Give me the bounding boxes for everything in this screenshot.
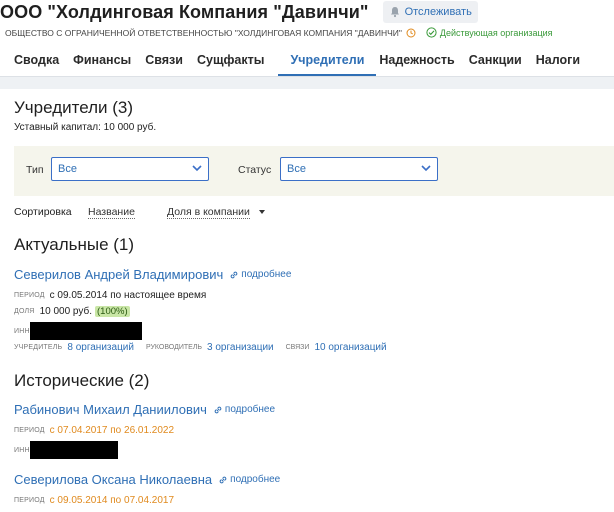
link-icon bbox=[230, 271, 238, 278]
tab-summary[interactable]: Сводка bbox=[14, 46, 70, 76]
share-row: доля 10 000 руб. (100%) bbox=[14, 306, 130, 317]
founder-orgs-link[interactable]: 8 организаций bbox=[67, 342, 134, 353]
link-icon bbox=[214, 406, 222, 413]
page-title: ООО "Холдинговая Компания "Давинчи" bbox=[0, 1, 369, 22]
status-badge: Действующая организация bbox=[426, 27, 553, 38]
share-label: доля bbox=[14, 308, 35, 315]
status-text: Действующая организация bbox=[439, 27, 553, 38]
period-row: период с 09.05.2014 по 07.04.2017 bbox=[14, 495, 174, 506]
filter-panel: Тип Все Статус Все bbox=[14, 146, 614, 196]
tab-reliability[interactable]: Надежность bbox=[379, 46, 465, 76]
tab-founders[interactable]: Учредители bbox=[278, 46, 377, 76]
historical-founder-name[interactable]: Северилова Оксана Николаевна bbox=[14, 472, 212, 487]
head-role-label: руководитель bbox=[145, 344, 203, 351]
company-full-name: ОБЩЕСТВО С ОГРАНИЧЕННОЙ ОТВЕТСТВЕННОСТЬЮ… bbox=[5, 27, 402, 38]
period-row: период с 07.04.2017 по 26.01.2022 bbox=[14, 425, 174, 436]
inn-row: инн bbox=[14, 322, 142, 340]
chevron-down-icon bbox=[192, 165, 202, 172]
historical-section-title: Исторические (2) bbox=[14, 371, 150, 390]
actual-section-title: Актуальные (1) bbox=[14, 235, 135, 254]
more-link-text[interactable]: подробнее bbox=[230, 474, 280, 485]
tab-sanctions[interactable]: Санкции bbox=[469, 46, 533, 76]
inn-label: инн bbox=[14, 327, 30, 335]
tab-finance[interactable]: Финансы bbox=[73, 46, 142, 76]
chevron-down-icon bbox=[421, 165, 431, 172]
inn-row: инн bbox=[14, 441, 118, 459]
share-percent-badge: (100%) bbox=[95, 306, 130, 317]
historical-founder-name-link[interactable]: Северилова Оксана Николаевна подробнее bbox=[14, 472, 280, 487]
inn-redacted bbox=[29, 441, 118, 459]
period-value: с 09.05.2014 по настоящее время bbox=[49, 290, 207, 301]
founder-role-label: учредитель bbox=[14, 344, 63, 351]
founders-title: Учредители (3) bbox=[14, 98, 134, 117]
more-link-text[interactable]: подробнее bbox=[225, 404, 275, 415]
period-label: период bbox=[14, 427, 45, 434]
tab-links[interactable]: Связи bbox=[145, 46, 194, 76]
more-link[interactable]: подробнее bbox=[213, 404, 275, 415]
status-select[interactable]: Все bbox=[280, 157, 438, 181]
section-tabs: Сводка Финансы Связи Сущфакты Учредители… bbox=[0, 46, 614, 76]
type-filter-label: Тип bbox=[26, 164, 44, 176]
history-icon[interactable] bbox=[406, 28, 416, 38]
sort-label: Сортировка bbox=[14, 206, 72, 218]
section-gap bbox=[0, 77, 614, 89]
period-label: период bbox=[14, 292, 45, 299]
historical-founder-name[interactable]: Рабинович Михаил Даниилович bbox=[14, 402, 207, 417]
type-select-value: Все bbox=[58, 163, 77, 175]
founder-name-link[interactable]: Северилов Андрей Владимирович подробнее bbox=[14, 267, 291, 282]
head-orgs-link[interactable]: 3 организации bbox=[207, 342, 274, 353]
links-label: связи bbox=[285, 344, 310, 351]
more-link[interactable]: подробнее bbox=[229, 269, 291, 280]
sort-by-name[interactable]: Название bbox=[88, 206, 135, 219]
inn-label: инн bbox=[14, 446, 30, 454]
share-value: 10 000 руб. bbox=[39, 306, 92, 317]
status-filter-label: Статус bbox=[238, 164, 272, 176]
period-row: период с 09.05.2014 по настоящее время bbox=[14, 290, 206, 301]
authorized-capital: Уставный капитал: 10 000 руб. bbox=[14, 122, 157, 133]
inn-redacted bbox=[29, 322, 142, 340]
bell-icon bbox=[390, 7, 399, 18]
status-select-value: Все bbox=[287, 163, 306, 175]
period-value: с 07.04.2017 по 26.01.2022 bbox=[49, 425, 175, 436]
sort-by-share[interactable]: Доля в компании bbox=[167, 206, 250, 219]
type-select[interactable]: Все bbox=[51, 157, 209, 181]
caret-down-icon[interactable] bbox=[259, 210, 265, 214]
follow-label: Отслеживать bbox=[404, 6, 472, 18]
historical-founder-name-link[interactable]: Рабинович Михаил Даниилович подробнее bbox=[14, 402, 275, 417]
more-link[interactable]: подробнее bbox=[218, 474, 280, 485]
tab-facts[interactable]: Сущфакты bbox=[197, 46, 275, 76]
tab-taxes[interactable]: Налоги bbox=[536, 46, 591, 76]
follow-button[interactable]: Отслеживать bbox=[382, 1, 478, 23]
founders-panel: Учредители (3) Уставный капитал: 10 000 … bbox=[0, 89, 614, 512]
period-label: период bbox=[14, 497, 45, 504]
founder-name[interactable]: Северилов Андрей Владимирович bbox=[14, 267, 223, 282]
links-orgs-link[interactable]: 10 организаций bbox=[314, 342, 386, 353]
more-link-text[interactable]: подробнее bbox=[241, 269, 291, 280]
relations-row: учредитель 8 организаций руководитель 3 … bbox=[14, 342, 387, 353]
period-value: с 09.05.2014 по 07.04.2017 bbox=[49, 495, 175, 506]
check-circle-icon bbox=[426, 27, 437, 38]
link-icon bbox=[219, 476, 227, 483]
company-header: ООО "Холдинговая Компания "Давинчи" Отсл… bbox=[0, 0, 614, 89]
